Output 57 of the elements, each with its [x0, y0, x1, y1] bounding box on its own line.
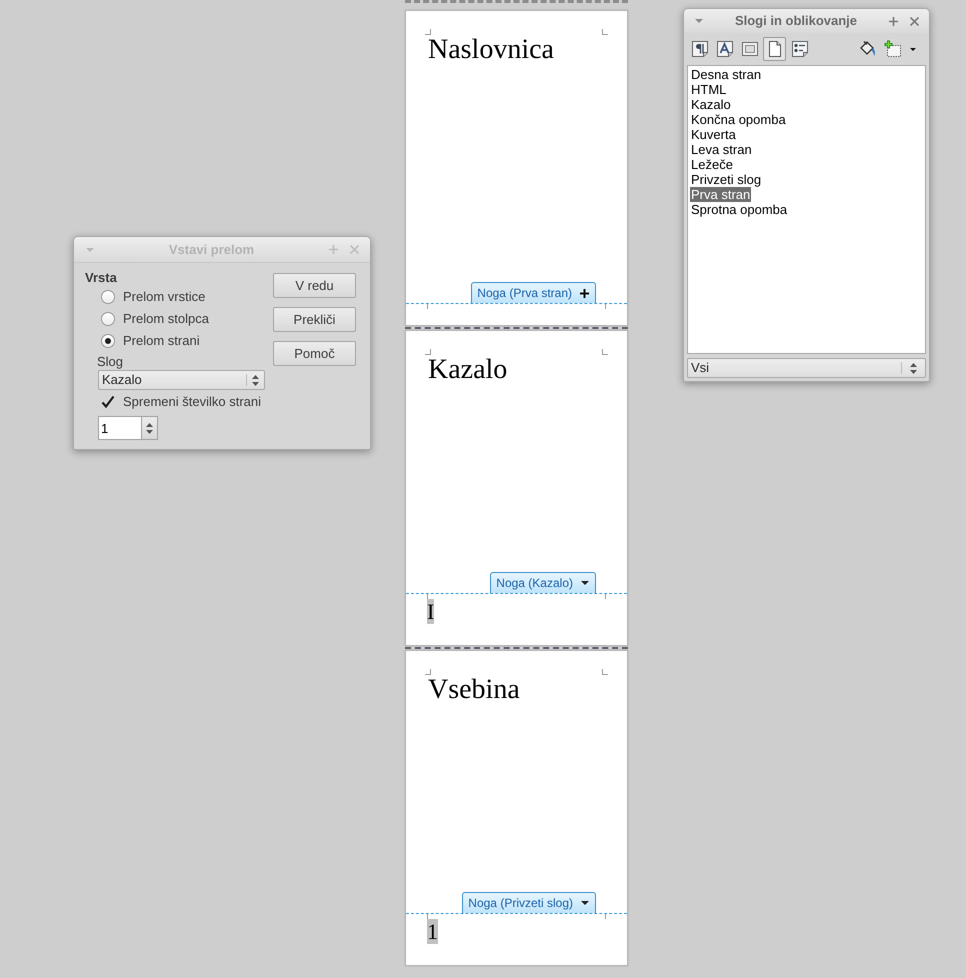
- checkbox[interactable]: [101, 395, 115, 409]
- pilcrow-icon: [690, 40, 708, 58]
- margin-corner-icon: [425, 669, 431, 675]
- margin-corner-icon: [602, 669, 608, 675]
- cancel-button[interactable]: Prekliči: [273, 307, 356, 332]
- style-list-item[interactable]: Desna stran: [690, 67, 762, 82]
- footer-tab[interactable]: Noga (Prva stran): [471, 282, 596, 303]
- ok-button[interactable]: V redu: [273, 273, 356, 298]
- page-number: 1: [427, 919, 438, 944]
- page-title: Vsebina: [428, 676, 520, 704]
- style-list-item[interactable]: Leva stran: [690, 142, 753, 157]
- list-icon: [790, 40, 808, 58]
- radio-label[interactable]: Prelom vrstice: [123, 287, 206, 307]
- caret-icon: [910, 48, 916, 50]
- filter-dropdown[interactable]: Vsi: [687, 358, 926, 378]
- letter-a-icon: [716, 40, 734, 58]
- new-style-icon: [884, 40, 902, 58]
- style-list-item[interactable]: Privzeti slog: [690, 172, 762, 187]
- margin-corner-icon: [425, 349, 431, 355]
- checkbox-label[interactable]: Spremeni številko strani: [123, 392, 261, 412]
- field-label: Slog: [97, 354, 124, 370]
- style-category-button[interactable]: [763, 37, 786, 61]
- radio-label[interactable]: Prelom strani: [123, 331, 200, 351]
- plus-icon[interactable]: [580, 288, 589, 298]
- radio-button[interactable]: [101, 312, 115, 326]
- paint-bucket-icon: [858, 40, 876, 58]
- help-button[interactable]: Pomoč: [273, 341, 356, 366]
- spin-button[interactable]: [142, 416, 158, 440]
- group-label: Vrsta: [85, 270, 117, 286]
- margin-corner-icon: [425, 29, 431, 35]
- margin-corner-icon: [602, 29, 608, 35]
- page-title: Naslovnica: [428, 36, 554, 64]
- margin-corner-icon: [602, 349, 608, 355]
- caret-icon[interactable]: [581, 901, 589, 905]
- caret-icon[interactable]: [581, 581, 589, 585]
- footer-tab[interactable]: Noga (Kazalo): [490, 572, 596, 593]
- footer-tab[interactable]: Noga (Privzeti slog): [462, 892, 596, 913]
- spin-arrows-icon: [252, 374, 259, 386]
- style-dropdown[interactable]: Kazalo: [98, 370, 265, 390]
- style-list-item[interactable]: HTML: [690, 82, 728, 97]
- spin-arrows-icon: [146, 422, 153, 434]
- page-title: Kazalo: [428, 356, 508, 384]
- page-number: I: [427, 599, 434, 624]
- style-list-item[interactable]: Sprotna opomba: [690, 202, 788, 217]
- style-list-item[interactable]: Kazalo: [690, 97, 732, 112]
- radio-button[interactable]: [101, 290, 115, 304]
- style-list-item[interactable]: Ležeče: [690, 157, 734, 172]
- spin-arrows-icon: [910, 362, 917, 374]
- close-icon[interactable]: [910, 16, 919, 26]
- style-list-item[interactable]: Prva stran: [690, 187, 752, 202]
- radio-button[interactable]: [101, 334, 115, 348]
- page-number-input[interactable]: 1: [98, 416, 142, 440]
- panel-title: Slogi in oblikovanje: [734, 12, 858, 30]
- radio-label[interactable]: Prelom stolpca: [123, 309, 209, 329]
- style-list-item[interactable]: Kuverta: [690, 127, 737, 142]
- frame-icon: [740, 40, 758, 58]
- style-list-item[interactable]: Končna opomba: [690, 112, 787, 127]
